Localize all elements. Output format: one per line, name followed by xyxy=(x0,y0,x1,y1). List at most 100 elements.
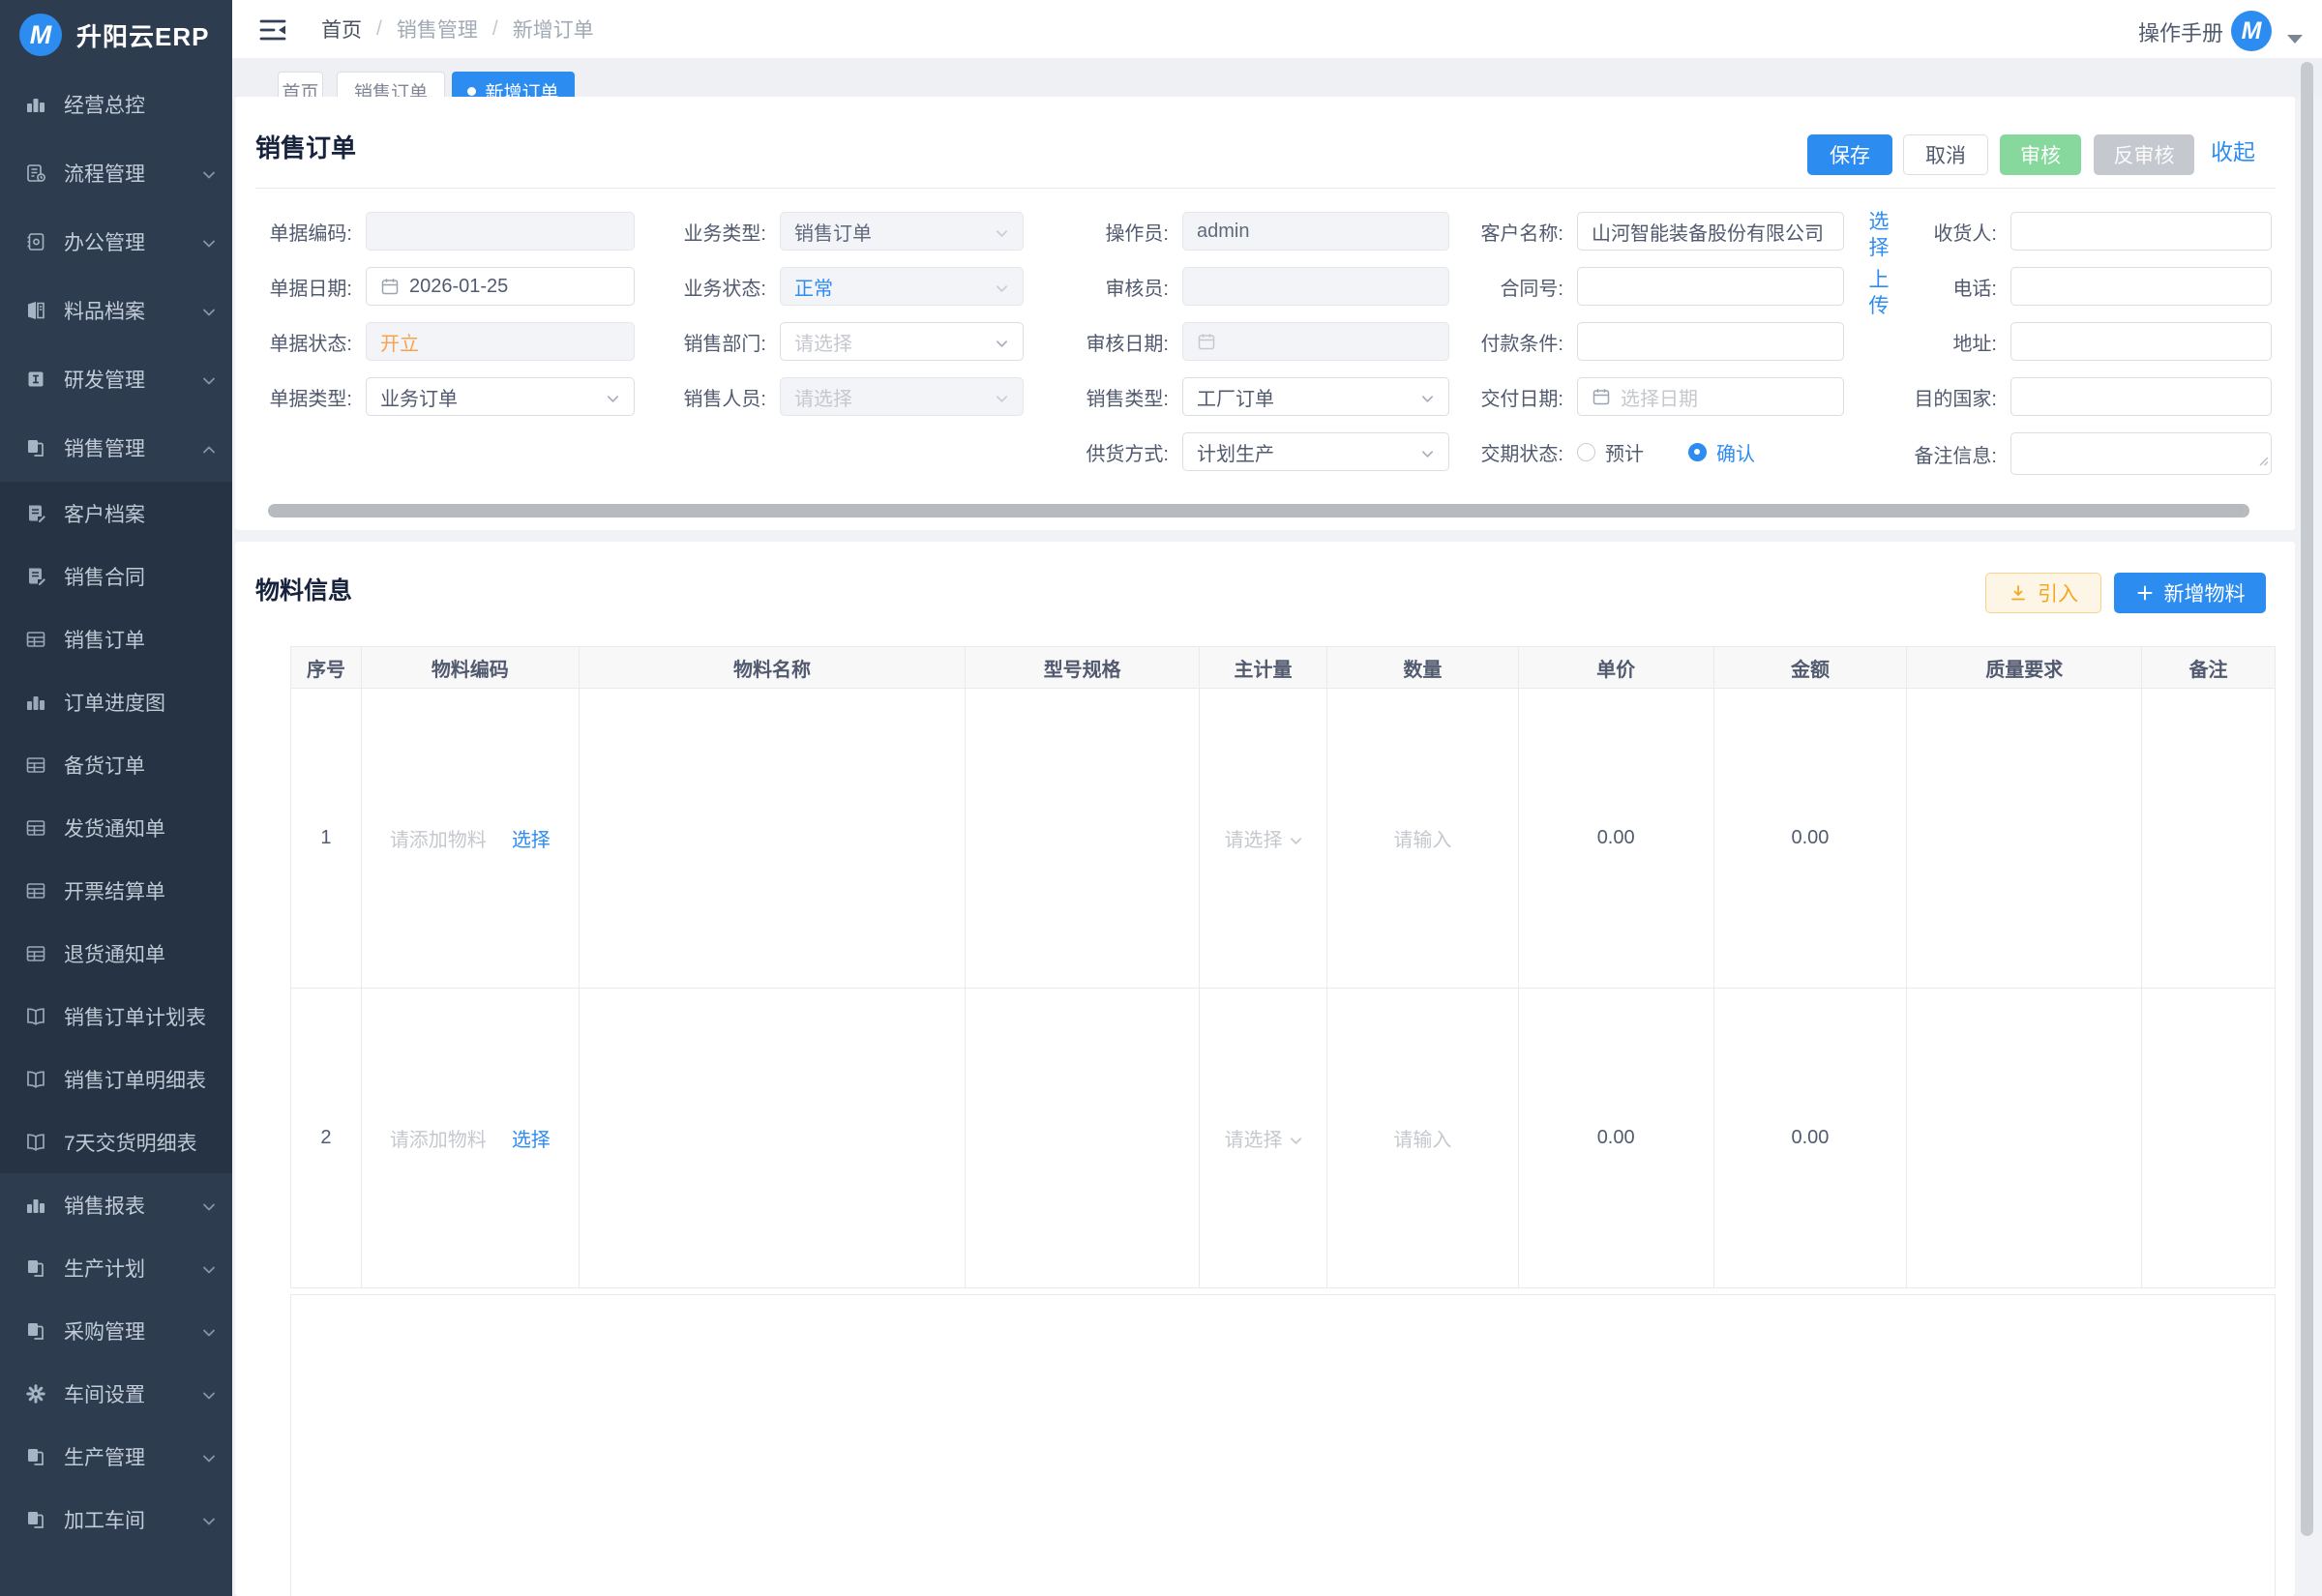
sidebar-item-3[interactable]: 料品档案 xyxy=(0,276,232,344)
form-field-row: 供货方式:计划生产 xyxy=(1067,432,1449,471)
add-material-button[interactable]: 新增物料 xyxy=(2114,573,2266,613)
form-field-row: 收货人: xyxy=(1909,212,2272,251)
sidebar-item-0[interactable]: 经营总控 xyxy=(0,70,232,138)
sidebar-item-1[interactable]: 流程管理 xyxy=(0,138,232,207)
field-sales-dept[interactable]: 请选择 xyxy=(780,322,1024,361)
sidebar-item-7[interactable]: 生产计划 xyxy=(0,1236,232,1299)
sidebar-item-5[interactable]: 销售管理 xyxy=(0,413,232,482)
form-field-row: 销售类型:工厂订单 xyxy=(1067,377,1449,416)
save-button[interactable]: 保存 xyxy=(1807,134,1892,175)
copy-icon xyxy=(25,1509,46,1530)
form-field-row: 销售人员:请选择 xyxy=(666,377,1024,416)
materials-title: 物料信息 xyxy=(255,572,352,606)
sidebar-subitem-5[interactable]: 发货通知单 xyxy=(0,796,232,859)
sidebar-item-11[interactable]: 加工车间 xyxy=(0,1488,232,1551)
field-doc-code xyxy=(366,212,635,251)
sidebar-subitem-9[interactable]: 销售订单明细表 xyxy=(0,1048,232,1110)
field-label-sales-type: 销售类型: xyxy=(1067,383,1182,411)
field-consignee[interactable] xyxy=(2010,212,2272,251)
sidebar-item-8[interactable]: 采购管理 xyxy=(0,1299,232,1362)
form-field-row: 业务类型:销售订单 xyxy=(666,212,1024,251)
field-doc-type[interactable]: 业务订单 xyxy=(366,377,635,416)
radio-checked[interactable]: 确认 xyxy=(1688,438,1755,466)
sidebar-subitem-1[interactable]: 销售合同 xyxy=(0,545,232,607)
chevron-down-icon xyxy=(995,335,1009,349)
quantity-placeholder: 请输入 xyxy=(1393,824,1451,852)
form-field-row: 合同号: xyxy=(1449,267,1844,306)
pick-material-link[interactable]: 选择 xyxy=(512,1124,551,1152)
select-customer-link[interactable]: 选择 xyxy=(1866,209,1891,261)
chevron-down-icon xyxy=(995,390,1009,404)
field-dest-country[interactable] xyxy=(2010,377,2272,416)
field-customer-name[interactable]: 山河智能装备股份有限公司 xyxy=(1577,212,1844,251)
breadcrumb-separator: / xyxy=(492,17,498,41)
sidebar-subitem-10[interactable]: 7天交货明细表 xyxy=(0,1110,232,1173)
field-placeholder: 请选择 xyxy=(794,383,852,411)
sidebar-item-2[interactable]: 办公管理 xyxy=(0,207,232,276)
sidebar-item-6[interactable]: 销售报表 xyxy=(0,1173,232,1236)
divider xyxy=(255,188,2276,189)
cancel-button[interactable]: 取消 xyxy=(1903,134,1988,175)
chart-icon xyxy=(25,692,46,713)
form-field-row: 操作员:admin xyxy=(1067,212,1449,251)
table-empty-area xyxy=(290,1294,2276,1596)
collapse-link[interactable]: 收起 xyxy=(2211,133,2255,166)
field-remarks[interactable] xyxy=(2010,432,2272,475)
sidebar-subitem-6[interactable]: 开票结算单 xyxy=(0,859,232,922)
breadcrumb-item[interactable]: 新增订单 xyxy=(513,15,594,44)
field-phone[interactable] xyxy=(2010,267,2272,306)
cell-quantity[interactable]: 请输入 xyxy=(1327,989,1519,1287)
sidebar: M 升阳云ERP 经营总控流程管理办公管理料品档案研发管理销售管理客户档案销售合… xyxy=(0,0,232,1596)
cell-quality xyxy=(1907,989,2142,1287)
pick-material-link[interactable]: 选择 xyxy=(512,824,551,852)
horizontal-scrollbar[interactable] xyxy=(268,504,2249,517)
cell-quantity[interactable]: 请输入 xyxy=(1327,689,1519,988)
import-button[interactable]: 引入 xyxy=(1985,573,2101,613)
form-field-row: 备注信息: xyxy=(1909,432,2272,475)
sidebar-subitem-0[interactable]: 客户档案 xyxy=(0,482,232,545)
field-sales-type[interactable]: 工厂订单 xyxy=(1182,377,1449,416)
field-supply-mode[interactable]: 计划生产 xyxy=(1182,432,1449,471)
cell-spec xyxy=(966,689,1200,988)
upload-link[interactable]: 上传 xyxy=(1866,267,1891,319)
unit-select[interactable]: 请选择 xyxy=(1225,1124,1302,1152)
avatar[interactable]: M xyxy=(2231,11,2272,51)
manual-link[interactable]: 操作手册 xyxy=(2138,16,2223,47)
sidebar-item-4[interactable]: 研发管理 xyxy=(0,344,232,413)
calendar-icon xyxy=(380,277,400,296)
sidebar-subitem-2[interactable]: 销售订单 xyxy=(0,607,232,670)
breadcrumb-item[interactable]: 首页 xyxy=(321,15,362,44)
field-delivery-date[interactable]: 选择日期 xyxy=(1577,377,1844,416)
form-field-row: 审核日期: xyxy=(1067,322,1449,361)
material-placeholder: 请添加物料 xyxy=(390,824,487,852)
chevron-down-icon xyxy=(201,165,217,181)
cell-spec xyxy=(966,989,1200,1287)
field-doc-date[interactable]: 2026-01-25 xyxy=(366,267,635,306)
vertical-scrollbar[interactable] xyxy=(2301,62,2313,1536)
chevron-down-icon[interactable] xyxy=(2287,35,2303,44)
form-field-row: 目的国家: xyxy=(1909,377,2272,416)
unit-select[interactable]: 请选择 xyxy=(1225,824,1302,852)
sidebar-collapse-icon[interactable] xyxy=(257,16,288,44)
audit-button[interactable]: 审核 xyxy=(2000,134,2081,175)
field-value: 销售订单 xyxy=(794,218,872,246)
sidebar-item-9[interactable]: 车间设置 xyxy=(0,1362,232,1425)
app-title: 升阳云ERP xyxy=(76,17,209,53)
field-payment-terms[interactable] xyxy=(1577,322,1844,361)
unit-placeholder: 请选择 xyxy=(1225,1124,1283,1152)
plus-icon xyxy=(2135,583,2155,603)
chevron-down-icon xyxy=(201,1512,217,1527)
unaudit-button[interactable]: 反审核 xyxy=(2094,134,2194,175)
breadcrumb-item[interactable]: 销售管理 xyxy=(397,15,478,44)
sidebar-subitem-4[interactable]: 备货订单 xyxy=(0,733,232,796)
sidebar-subitem-3[interactable]: 订单进度图 xyxy=(0,670,232,733)
sidebar-subitem-8[interactable]: 销售订单计划表 xyxy=(0,985,232,1048)
sidebar-subitem-7[interactable]: 退货通知单 xyxy=(0,922,232,985)
sidebar-subitem-label: 销售订单 xyxy=(64,625,145,654)
radio-unchecked[interactable]: 预计 xyxy=(1577,438,1644,466)
sidebar-subitem-label: 销售订单明细表 xyxy=(64,1065,206,1094)
form-field-row: 客户名称:山河智能装备股份有限公司 xyxy=(1449,212,1844,251)
field-address[interactable] xyxy=(2010,322,2272,361)
field-contract-no[interactable] xyxy=(1577,267,1844,306)
sidebar-item-10[interactable]: 生产管理 xyxy=(0,1425,232,1488)
